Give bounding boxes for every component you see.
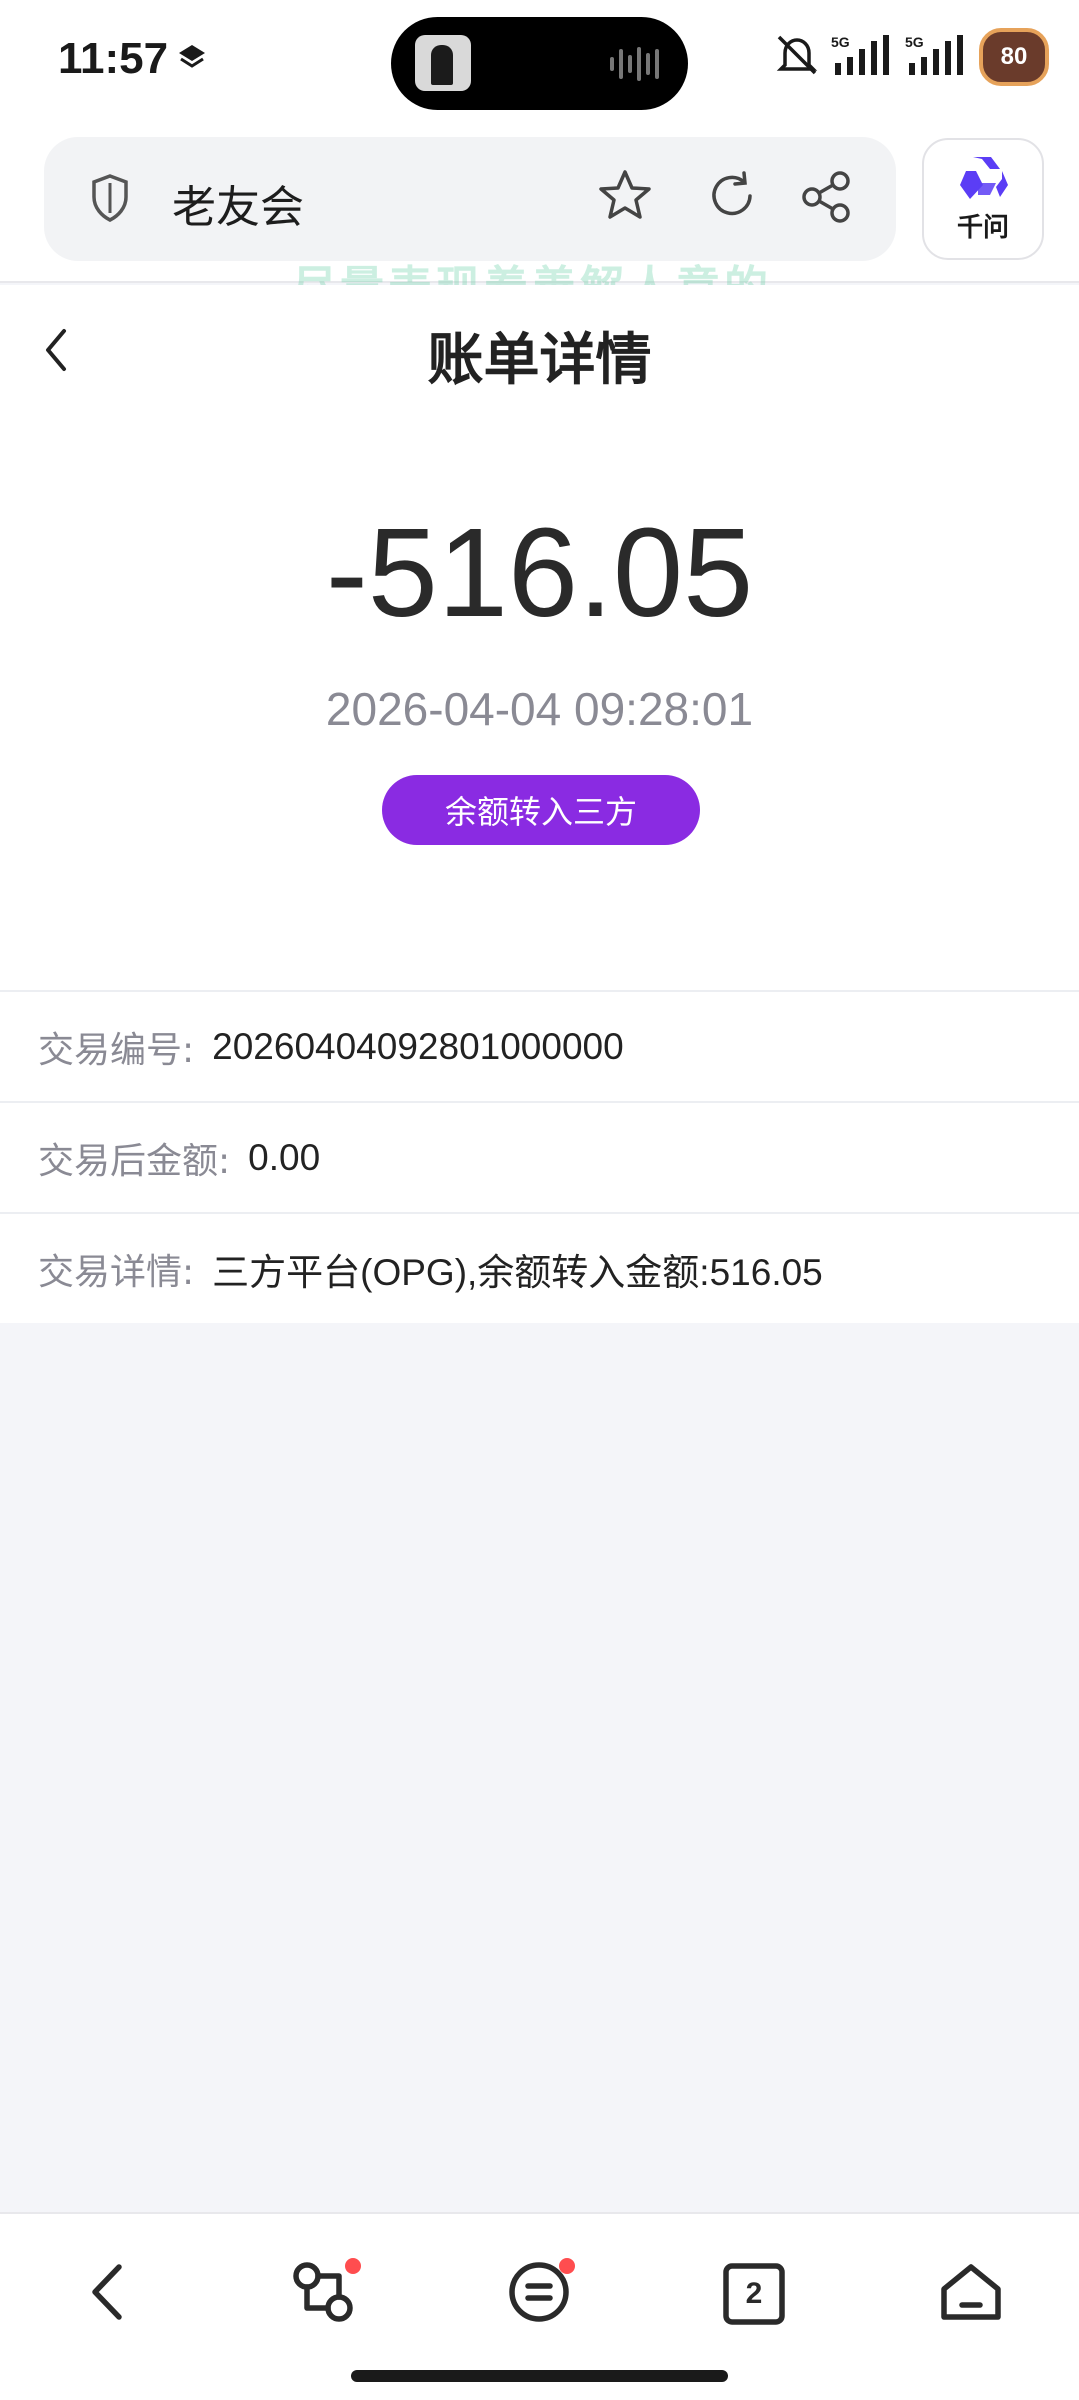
back-arrow-icon [87,2261,127,2327]
detail-label: 交易详情: [38,1251,195,1293]
page-title: 账单详情 [427,328,652,393]
notification-dot [559,2258,575,2274]
detail-value: 20260404092801000000 [212,1025,624,1067]
nav-menu-button[interactable] [499,2254,579,2334]
layers-icon [176,42,208,78]
detail-row: 交易后金额: 0.00 [0,1101,1079,1212]
qianwen-assistant-button[interactable]: 千问 [922,138,1044,260]
status-icons: 5G 5G 80 [773,28,1049,86]
dynamic-island[interactable] [391,17,688,110]
detail-label: 交易编号: [38,1029,195,1071]
nav-home-button[interactable] [931,2254,1011,2334]
transaction-datetime: 2026-04-04 09:28:01 [325,683,754,735]
battery-indicator: 80 [979,28,1049,86]
transaction-amount: -516.05 [325,502,754,643]
page-header: 账单详情 [0,285,1079,415]
media-thumbnail [415,35,471,91]
tabs-count: 2 [745,2277,763,2310]
home-icon [938,2261,1004,2327]
detail-label: 交易后金额: [38,1140,231,1182]
share-icon[interactable] [800,169,854,229]
audio-wave-icon [610,45,662,87]
mute-icon [773,33,821,81]
reload-icon[interactable] [704,167,760,229]
url-field[interactable]: 老友会 [44,137,896,261]
tabs-icon: 2 [723,2263,785,2325]
home-indicator[interactable] [351,2370,728,2382]
shield-icon[interactable] [90,173,130,227]
qianwen-label: 千问 [956,212,1009,243]
browser-address-bar: 老友会 千问 尽量表现着善解人意的 频繁暴露了不欲人知的 [0,125,1079,379]
notification-dot [345,2258,361,2274]
signal-icon: 5G [905,33,969,81]
status-bar: 11:57 5G 5G 80 [0,0,1079,125]
detail-row: 交易详情: 三方平台(OPG),余额转入金额:516.05 [0,1212,1079,1323]
nav-back-button[interactable] [67,2254,147,2334]
network-label-1: 5G [831,34,850,50]
nav-apps-button[interactable] [283,2254,363,2334]
qianwen-logo-icon [956,155,1010,205]
status-time: 11:57 [58,34,169,83]
detail-value: 0.00 [248,1136,321,1178]
transaction-type-badge: 余额转入三方 [382,775,700,845]
detail-row: 交易编号: 20260404092801000000 [0,990,1079,1101]
network-label-2: 5G [905,34,924,50]
bill-summary: -516.05 2026-04-04 09:28:01 余额转入三方 [0,415,1079,990]
signal-icon: 5G [831,33,895,81]
transaction-details: 交易编号: 20260404092801000000 交易后金额: 0.00 交… [0,990,1079,1323]
nav-tabs-button[interactable]: 2 [714,2254,794,2334]
detail-value: 三方平台(OPG),余额转入金额:516.05 [212,1251,823,1293]
star-icon[interactable] [596,167,654,229]
site-name[interactable]: 老友会 [172,171,304,235]
